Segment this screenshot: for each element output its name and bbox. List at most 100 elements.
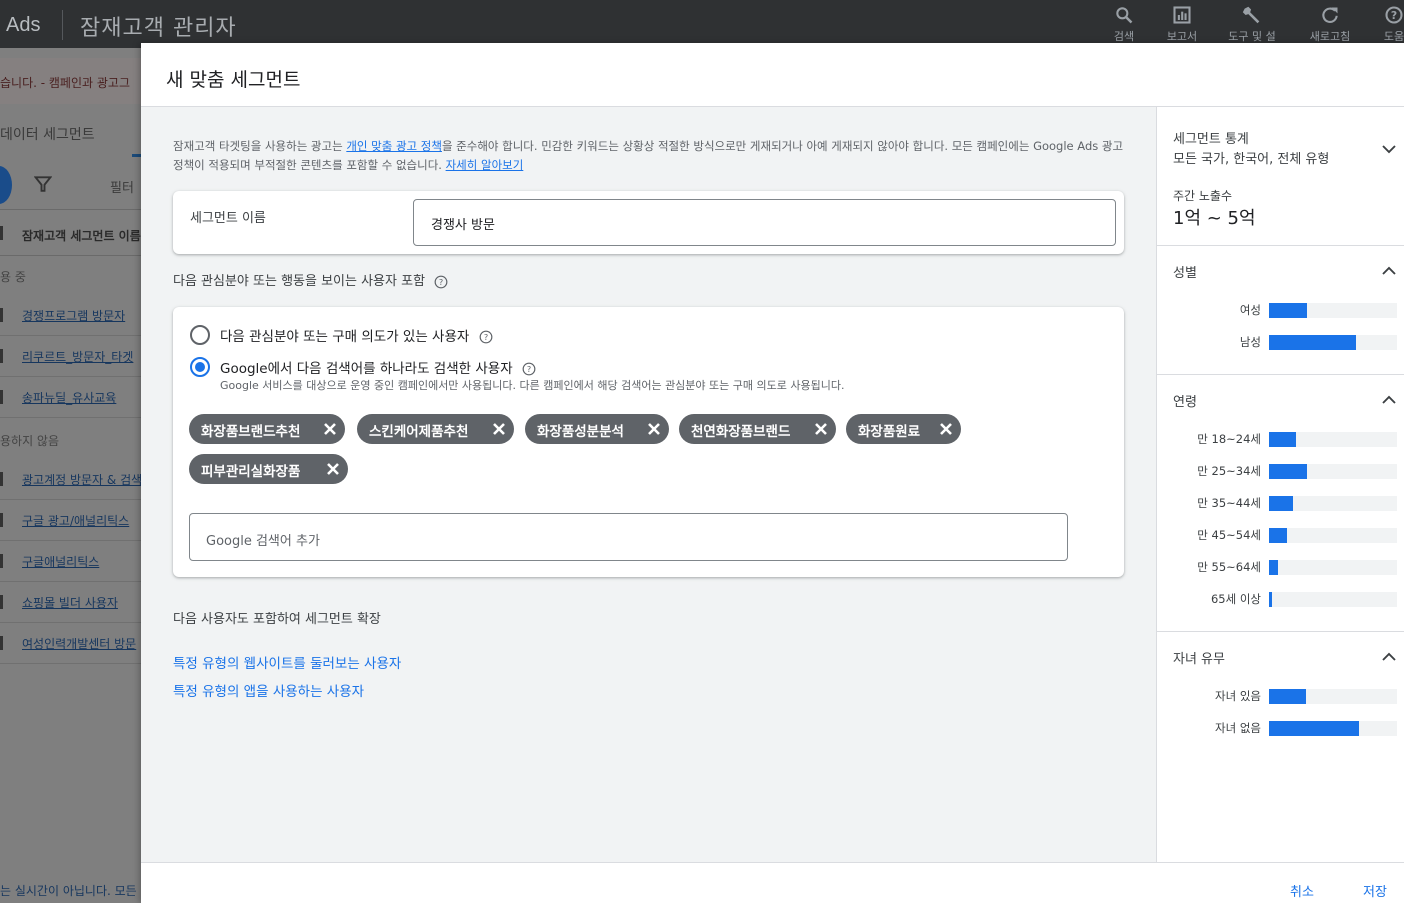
table-row[interactable]: 송파뉴딜_유사교육	[0, 377, 150, 418]
search-tool-button[interactable]: 검색	[1094, 2, 1154, 44]
data-segments-tab[interactable]: 데이터 세그먼트	[0, 108, 150, 158]
keyword-chip-label: 피부관리실화장품	[201, 464, 301, 480]
row-checkbox[interactable]	[0, 595, 3, 609]
filter-label[interactable]: 필터	[110, 177, 134, 196]
new-custom-segment-dialog: 새 맞춤 세그먼트 잠재고객 타겟팅을 사용하는 광고는 개인 맞춤 광고 정책…	[141, 43, 1404, 903]
report-icon	[1173, 6, 1191, 24]
search-terms-option[interactable]: Google에서 다음 검색어를 하나라도 검색한 사용자 ?	[220, 357, 536, 377]
tab-label: 데이터 세그먼트	[0, 127, 95, 143]
learn-more-link[interactable]: 자세히 알아보기	[446, 158, 524, 172]
age-bar-row: 만 35~44세	[1157, 495, 1404, 511]
segment-link[interactable]: 송파뉴딜_유사교육	[22, 389, 116, 406]
table-row[interactable]: 쇼핑몰 빌더 사용자	[0, 582, 150, 623]
row-checkbox[interactable]	[0, 636, 3, 650]
add-search-term-input[interactable]: Google 검색어 추가	[189, 513, 1068, 561]
help-icon[interactable]: ?	[434, 275, 448, 289]
help-button[interactable]: ? 도움	[1364, 2, 1404, 44]
help-icon[interactable]: ?	[522, 362, 536, 376]
close-icon[interactable]	[647, 422, 661, 436]
interest-option[interactable]: 다음 관심분야 또는 구매 의도가 있는 사용자 ?	[220, 325, 493, 345]
svg-text:?: ?	[1391, 9, 1397, 22]
close-icon[interactable]	[326, 462, 340, 476]
segment-link[interactable]: 경쟁프로그램 방문자	[22, 307, 125, 324]
keyword-chip[interactable]: 화장품성분분석	[525, 414, 669, 444]
help-icon[interactable]: ?	[479, 330, 493, 344]
header-checkbox[interactable]	[0, 226, 3, 240]
chevron-up-icon[interactable]	[1380, 391, 1398, 409]
segment-name-input[interactable]: 경쟁사 방문	[413, 199, 1116, 246]
table-row[interactable]: 광고계정 방문자 & 검색	[0, 459, 150, 500]
data-freshness-notice: 는 실시간이 아닙니다. 모든	[0, 884, 137, 898]
search-icon	[1116, 7, 1133, 24]
app-header: Ads 잠재고객 관리자 검색 보고서 도구 및 설 새로고침 ? 도움	[0, 0, 1404, 48]
parental-bar-row: 자녀 있음	[1157, 688, 1404, 704]
keyword-chip[interactable]: 피부관리실화장품	[189, 454, 348, 484]
cancel-button[interactable]: 취소	[1290, 881, 1314, 900]
svg-text:?: ?	[483, 332, 487, 342]
row-checkbox[interactable]	[0, 554, 3, 568]
close-icon[interactable]	[492, 422, 506, 436]
segment-link[interactable]: 리쿠르트_방문자_타겟	[22, 348, 133, 365]
expand-apps-link[interactable]: 특정 유형의 앱을 사용하는 사용자	[173, 680, 364, 700]
dialog-footer: 취소 저장	[141, 862, 1404, 903]
segment-link[interactable]: 쇼핑몰 빌더 사용자	[22, 594, 118, 611]
table-row[interactable]: 구글애널리틱스	[0, 541, 150, 582]
chevron-up-icon[interactable]	[1380, 262, 1398, 280]
gender-bar-row: 여성	[1157, 302, 1404, 318]
close-icon[interactable]	[323, 422, 337, 436]
table-row[interactable]: 경쟁프로그램 방문자	[0, 295, 150, 336]
expand-websites-link[interactable]: 특정 유형의 웹사이트를 둘러보는 사용자	[173, 652, 401, 672]
save-button[interactable]: 저장	[1363, 881, 1387, 900]
parental-bar-track	[1269, 721, 1397, 736]
parental-bar-row: 자녀 없음	[1157, 720, 1404, 736]
row-checkbox[interactable]	[0, 472, 3, 486]
age-bar-row: 65세 이상	[1157, 591, 1404, 607]
search-terms-description: Google 서비스를 대상으로 운영 중인 캠페인에서만 사용됩니다. 다른 …	[220, 379, 845, 392]
age-bar-fill	[1269, 464, 1308, 479]
table-row[interactable]: 구글 광고/애널리틱스	[0, 500, 150, 541]
report-tool-button[interactable]: 보고서	[1152, 2, 1212, 44]
stats-scope: 모든 국가, 한국어, 전체 유형	[1173, 152, 1330, 167]
segment-link[interactable]: 구글애널리틱스	[22, 553, 99, 570]
keyword-chip[interactable]: 스킨케어제품추천	[357, 414, 514, 444]
report-tool-label: 보고서	[1166, 30, 1198, 43]
row-checkbox[interactable]	[0, 308, 3, 322]
add-fab-button[interactable]	[0, 166, 12, 204]
svg-text:?: ?	[527, 364, 531, 374]
age-bar-fill	[1269, 560, 1278, 575]
segment-link[interactable]: 구글 광고/애널리틱스	[22, 512, 129, 529]
keyword-chip[interactable]: 화장품브랜드추천	[189, 414, 345, 444]
personalized-ads-policy-link[interactable]: 개인 맞춤 광고 정책	[346, 139, 442, 153]
gender-bar-label: 여성	[1239, 303, 1261, 317]
gender-bar-track	[1269, 335, 1397, 350]
row-checkbox[interactable]	[0, 513, 3, 527]
age-bar-row: 만 45~54세	[1157, 527, 1404, 543]
close-icon[interactable]	[814, 422, 828, 436]
refresh-button[interactable]: 새로고침	[1300, 2, 1360, 44]
column-header-segment-name[interactable]: 잠재고객 세그먼트 이름	[22, 227, 141, 244]
keyword-chip[interactable]: 화장품원료	[846, 414, 961, 444]
chevron-down-icon[interactable]	[1380, 140, 1398, 158]
close-icon[interactable]	[939, 422, 953, 436]
table-row[interactable]: 여성인력개발센터 방문	[0, 623, 150, 664]
dialog-title: 새 맞춤 세그먼트	[166, 69, 301, 91]
tools-button[interactable]: 도구 및 설	[1222, 2, 1282, 44]
keyword-chip-label: 화장품원료	[858, 424, 921, 440]
keyword-chip[interactable]: 천연화장품브랜드	[679, 414, 836, 444]
search-terms-radio[interactable]	[190, 357, 210, 377]
age-bar-label: 만 25~34세	[1197, 464, 1261, 478]
table-row[interactable]: 리쿠르트_방문자_타겟	[0, 336, 150, 377]
filter-icon[interactable]	[34, 175, 52, 193]
segment-link[interactable]: 광고계정 방문자 & 검색	[22, 471, 142, 488]
row-checkbox[interactable]	[0, 390, 3, 404]
interest-radio[interactable]	[190, 325, 210, 345]
age-bar-track	[1269, 496, 1397, 511]
keyword-chip-label: 화장품성분분석	[537, 424, 624, 440]
chevron-up-icon[interactable]	[1380, 648, 1398, 666]
refresh-label: 새로고침	[1309, 30, 1351, 43]
header-divider	[62, 10, 63, 40]
segment-editor: 잠재고객 타겟팅을 사용하는 광고는 개인 맞춤 광고 정책을 준수해야 합니다…	[141, 107, 1156, 862]
row-checkbox[interactable]	[0, 349, 3, 363]
parental-bar-fill	[1269, 689, 1307, 704]
segment-link[interactable]: 여성인력개발센터 방문	[22, 635, 136, 652]
